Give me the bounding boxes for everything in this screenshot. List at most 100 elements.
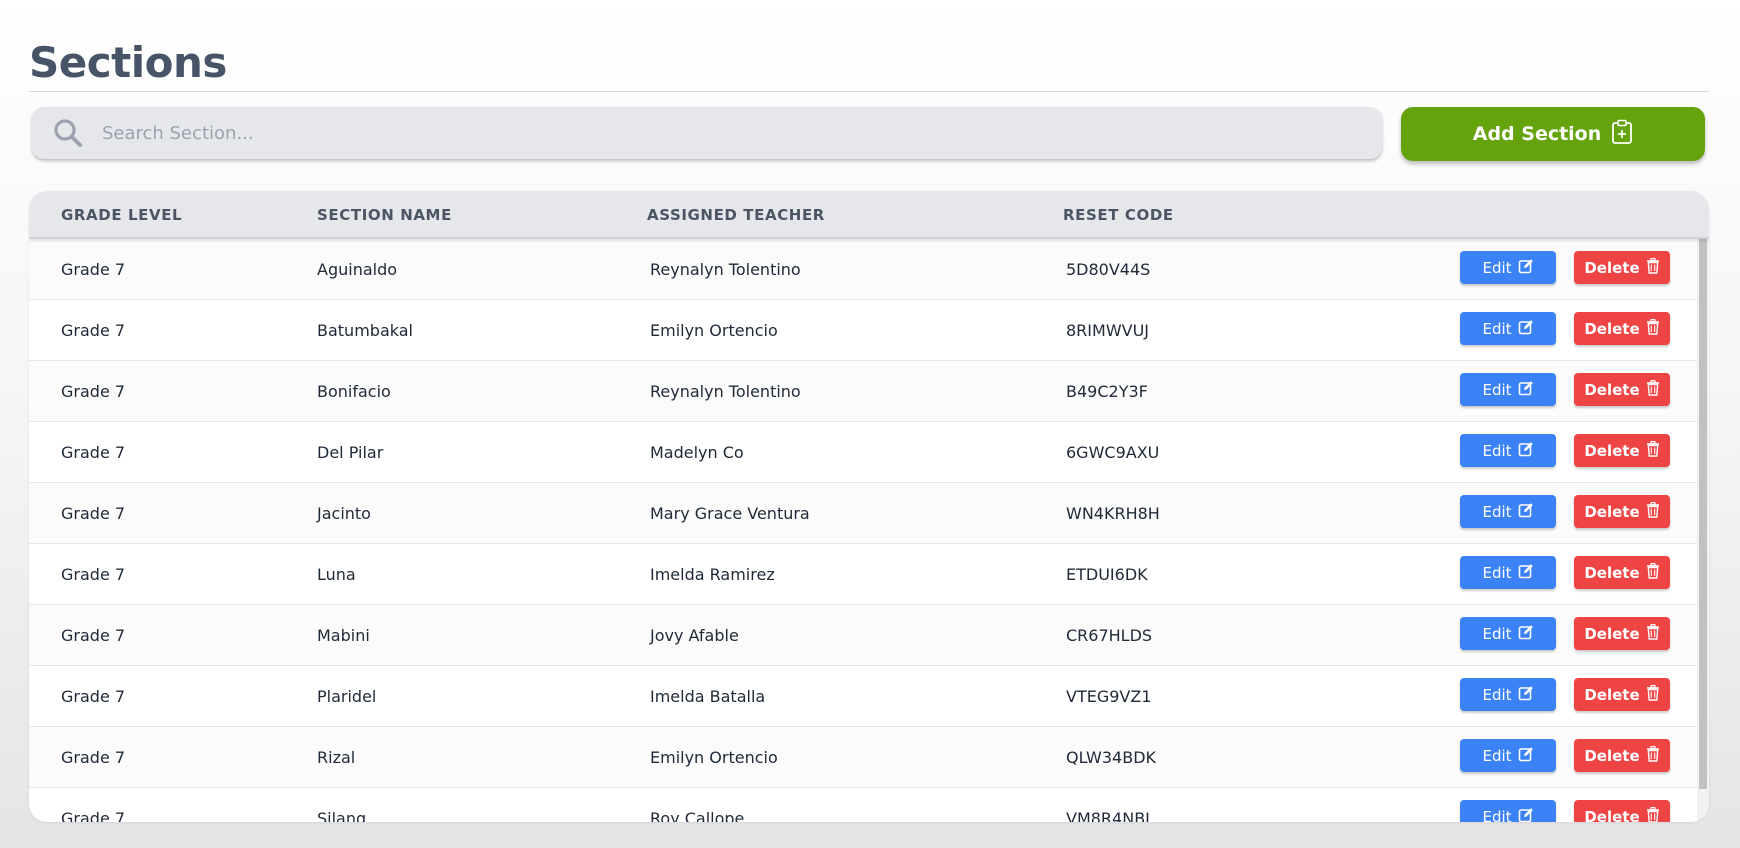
delete-button[interactable]: Delete (1574, 678, 1670, 711)
delete-button[interactable]: Delete (1574, 434, 1670, 467)
edit-button[interactable]: Edit (1460, 495, 1556, 528)
cell-grade-level: Grade 7 (61, 382, 126, 401)
cell-grade-level: Grade 7 (61, 687, 126, 706)
cell-grade-level: Grade 7 (61, 748, 126, 767)
delete-label: Delete (1584, 258, 1640, 277)
table-row: Grade 7 Bonifacio Reynalyn Tolentino B49… (29, 361, 1697, 422)
cell-assigned-teacher: Mary Grace Ventura (650, 504, 810, 523)
table-row: Grade 7 Mabini Jovy Afable CR67HLDS Edit… (29, 605, 1697, 666)
cell-section-name: Silang (317, 809, 367, 822)
delete-label: Delete (1584, 685, 1640, 704)
table-body: Grade 7 Aguinaldo Reynalyn Tolentino 5D8… (29, 239, 1697, 822)
edit-button[interactable]: Edit (1460, 617, 1556, 650)
trash-icon (1646, 684, 1660, 705)
edit-icon (1518, 502, 1534, 522)
cell-assigned-teacher: Emilyn Ortencio (650, 321, 778, 340)
edit-icon (1518, 807, 1534, 823)
edit-label: Edit (1482, 807, 1512, 823)
trash-icon (1646, 379, 1660, 400)
edit-button[interactable]: Edit (1460, 678, 1556, 711)
cell-reset-code: QLW34BDK (1066, 748, 1157, 767)
cell-grade-level: Grade 7 (61, 504, 126, 523)
cell-grade-level: Grade 7 (61, 321, 126, 340)
delete-label: Delete (1584, 502, 1640, 521)
edit-label: Edit (1482, 624, 1512, 643)
clipboard-plus-icon (1611, 119, 1633, 150)
cell-reset-code: B49C2Y3F (1066, 382, 1148, 401)
title-divider (29, 91, 1709, 92)
delete-label: Delete (1584, 441, 1640, 460)
cell-assigned-teacher: Reynalyn Tolentino (650, 260, 801, 279)
table-row: Grade 7 Aguinaldo Reynalyn Tolentino 5D8… (29, 239, 1697, 300)
column-header-grade-level: GRADE LEVEL (61, 206, 183, 224)
column-header-reset-code: RESET CODE (1063, 206, 1174, 224)
delete-button[interactable]: Delete (1574, 251, 1670, 284)
edit-icon (1518, 380, 1534, 400)
cell-reset-code: WN4KRH8H (1066, 504, 1160, 523)
cell-grade-level: Grade 7 (61, 565, 126, 584)
edit-button[interactable]: Edit (1460, 739, 1556, 772)
trash-icon (1646, 440, 1660, 461)
table-row: Grade 7 Del Pilar Madelyn Co 6GWC9AXU Ed… (29, 422, 1697, 483)
edit-button[interactable]: Edit (1460, 434, 1556, 467)
trash-icon (1646, 623, 1660, 644)
trash-icon (1646, 806, 1660, 822)
edit-button[interactable]: Edit (1460, 251, 1556, 284)
cell-section-name: Batumbakal (317, 321, 413, 340)
cell-section-name: Plaridel (317, 687, 377, 706)
cell-section-name: Luna (317, 565, 356, 584)
cell-section-name: Mabini (317, 626, 370, 645)
delete-button[interactable]: Delete (1574, 800, 1670, 822)
table-header: GRADE LEVEL SECTION NAME ASSIGNED TEACHE… (29, 191, 1709, 239)
delete-button[interactable]: Delete (1574, 556, 1670, 589)
search-icon (50, 115, 86, 151)
edit-label: Edit (1482, 685, 1512, 704)
cell-grade-level: Grade 7 (61, 260, 126, 279)
edit-button[interactable]: Edit (1460, 800, 1556, 822)
edit-label: Edit (1482, 502, 1512, 521)
edit-label: Edit (1482, 380, 1512, 399)
edit-button[interactable]: Edit (1460, 373, 1556, 406)
search-input[interactable] (102, 113, 1382, 153)
table-row: Grade 7 Luna Imelda Ramirez ETDUI6DK Edi… (29, 544, 1697, 605)
edit-icon (1518, 319, 1534, 339)
column-header-section-name: SECTION NAME (317, 206, 452, 224)
delete-button[interactable]: Delete (1574, 495, 1670, 528)
cell-assigned-teacher: Roy Callope (650, 809, 745, 822)
edit-button[interactable]: Edit (1460, 312, 1556, 345)
cell-assigned-teacher: Jovy Afable (650, 626, 739, 645)
cell-assigned-teacher: Imelda Ramirez (650, 565, 775, 584)
delete-button[interactable]: Delete (1574, 312, 1670, 345)
delete-button[interactable]: Delete (1574, 739, 1670, 772)
edit-icon (1518, 563, 1534, 583)
add-section-button[interactable]: Add Section (1401, 107, 1705, 161)
add-section-label: Add Section (1472, 123, 1602, 145)
delete-label: Delete (1584, 380, 1640, 399)
table-scrollbar[interactable] (1697, 239, 1709, 822)
edit-icon (1518, 624, 1534, 644)
cell-section-name: Rizal (317, 748, 356, 767)
cell-assigned-teacher: Madelyn Co (650, 443, 744, 462)
table-row: Grade 7 Rizal Emilyn Ortencio QLW34BDK E… (29, 727, 1697, 788)
delete-label: Delete (1584, 624, 1640, 643)
table-row: Grade 7 Silang Roy Callope VM8R4NBL Edit… (29, 788, 1697, 822)
scrollbar-thumb[interactable] (1699, 239, 1707, 789)
trash-icon (1646, 745, 1660, 766)
cell-reset-code: 5D80V44S (1066, 260, 1151, 279)
delete-button[interactable]: Delete (1574, 617, 1670, 650)
edit-button[interactable]: Edit (1460, 556, 1556, 589)
cell-assigned-teacher: Emilyn Ortencio (650, 748, 778, 767)
trash-icon (1646, 501, 1660, 522)
trash-icon (1646, 257, 1660, 278)
cell-grade-level: Grade 7 (61, 626, 126, 645)
edit-icon (1518, 258, 1534, 278)
column-header-assigned-teacher: ASSIGNED TEACHER (647, 206, 825, 224)
page-title: Sections (29, 38, 227, 87)
search-bar[interactable] (32, 107, 1382, 159)
delete-label: Delete (1584, 563, 1640, 582)
cell-reset-code: ETDUI6DK (1066, 565, 1148, 584)
delete-label: Delete (1584, 319, 1640, 338)
delete-button[interactable]: Delete (1574, 373, 1670, 406)
edit-label: Edit (1482, 746, 1512, 765)
delete-label: Delete (1584, 746, 1640, 765)
